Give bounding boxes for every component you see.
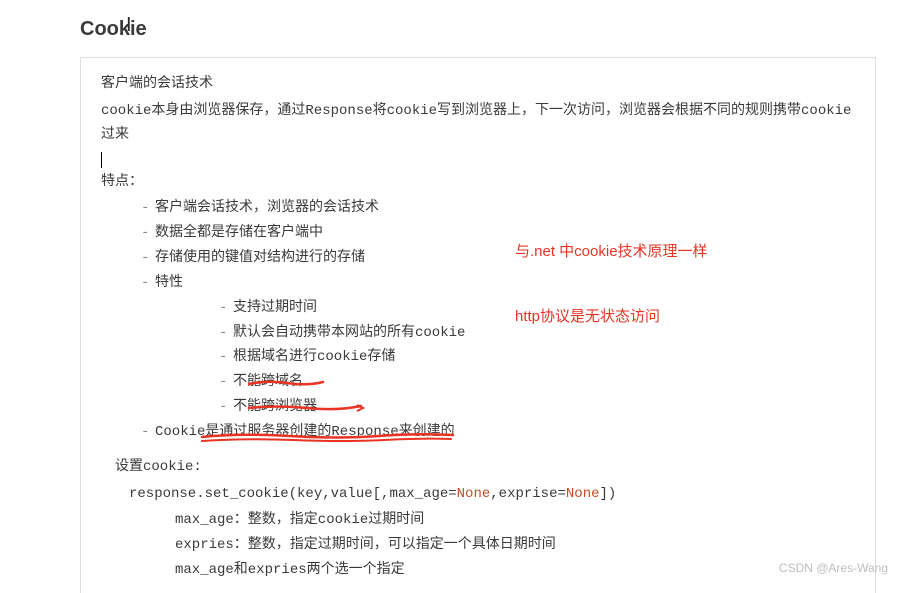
property-item-underlined: 不能跨浏览器 (211, 395, 855, 420)
code-fn: response.set_cookie(key,value[,max_age= (129, 486, 457, 502)
feature-item: 客户端会话技术，浏览器的会话技术 (133, 196, 855, 221)
feature-text: 特性 (155, 275, 183, 291)
editing-cursor (101, 150, 855, 168)
param-line: expries：整数，指定过期时间，可以指定一个具体日期时间 (175, 533, 855, 558)
param-block: max_age：整数，指定cookie过期时间 expries：整数，指定过期时… (175, 508, 855, 583)
properties-list: 支持过期时间 默认会自动携带本网站的所有cookie 根据域名进行cookie存… (155, 296, 855, 421)
feature-item: 数据全都是存储在客户端中 (133, 221, 855, 246)
page-title: Cookie (80, 18, 886, 41)
annotation-1: 与.net 中cookie技术原理一样 (515, 240, 708, 261)
param-line: max_age：整数，指定cookie过期时间 (175, 508, 855, 533)
feature-item-properties: 特性 支持过期时间 默认会自动携带本网站的所有cookie 根据域名进行cook… (133, 271, 855, 420)
features-label: 特点： (101, 170, 855, 195)
property-item: 根据域名进行cookie存储 (211, 345, 855, 370)
features-list: 客户端会话技术，浏览器的会话技术 数据全都是存储在客户端中 存储使用的键值对结构… (101, 196, 855, 445)
code-line: response.set_cookie(key,value[,max_age=N… (129, 482, 855, 507)
watermark: CSDN @Ares-Wang (779, 561, 888, 575)
param-line: max_age和expries两个选一个指定 (175, 558, 855, 583)
feature-item: 存储使用的键值对结构进行的存储 (133, 246, 855, 271)
code-mid: ,exprise= (490, 486, 566, 502)
code-none2: None (566, 486, 600, 502)
property-item-underlined: 不能跨域名 (211, 370, 855, 395)
annotation-2: http协议是无状态访问 (515, 305, 660, 326)
code-none1: None (457, 486, 491, 502)
content-card: 客户端的会话技术 cookie本身由浏览器保存，通过Response将cooki… (80, 57, 876, 593)
set-cookie-label: 设置cookie: (115, 455, 855, 480)
response-line: Cookie是通过服务器创建的Response来创建的 (133, 420, 855, 445)
intro-line-1: 客户端的会话技术 (101, 72, 855, 97)
intro-line-2: cookie本身由浏览器保存，通过Response将cookie写到浏览器上，下… (101, 99, 855, 148)
code-end: ]) (600, 486, 617, 502)
